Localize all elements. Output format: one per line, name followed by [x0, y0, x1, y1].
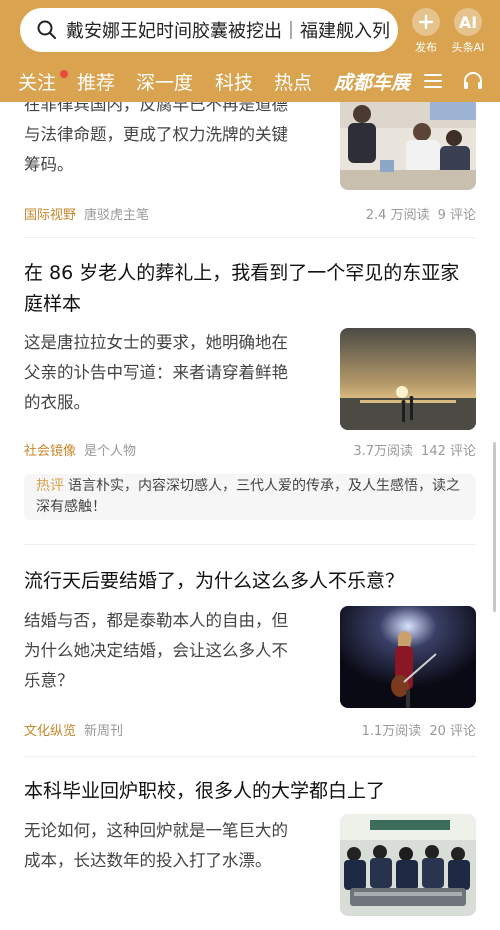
sunset-beach-image [340, 328, 476, 430]
divider [24, 237, 476, 238]
publish-label: 发布 [415, 41, 437, 54]
top-header: 戴安娜王妃时间胶囊被挖出｜福建舰入列 发布 AI 头条AI 关注 推荐 深一度 … [0, 0, 500, 102]
tab-hot[interactable]: 热点 [274, 68, 312, 95]
tab-follow[interactable]: 关注 [18, 68, 56, 95]
article-summary: 结婚与否，都是泰勒本人的自由，但 为什么她决定结婚，会让这么多人不 乐意？ [24, 611, 288, 690]
article-meta: 社会镜像 是个人物 3.7万阅读 142 评论 [24, 440, 476, 459]
article-meta: 文化纵览 新周刊 1.1万阅读 20 评论 [24, 720, 476, 739]
ai-label: 头条AI [451, 41, 485, 54]
divider [24, 544, 476, 545]
comment-count: 9 评论 [437, 208, 476, 223]
article-card[interactable]: 本科毕业回炉职校，很多人的大学都白上了 无论如何，这种回炉就是一笔巨大的 成本，… [0, 776, 500, 926]
ai-button[interactable]: AI 头条AI [448, 8, 488, 55]
article-title[interactable]: 本科毕业回炉职校，很多人的大学都白上了 [24, 776, 476, 807]
unread-dot [60, 70, 68, 78]
search-bar[interactable]: 戴安娜王妃时间胶囊被挖出｜福建舰入列 [20, 8, 398, 52]
search-icon [37, 20, 56, 39]
article-channel[interactable]: 文化纵览 [24, 724, 76, 739]
article-thumbnail[interactable] [340, 102, 476, 190]
vocational-workshop-image [340, 814, 476, 916]
article-card[interactable]: 在 86 岁老人的葬礼上，我看到了一个罕见的东亚家 庭样本 这是唐拉拉女士的要求… [0, 258, 500, 528]
article-summary: 这是唐拉拉女士的要求，她明确地在 父亲的讣告中写道：来者请穿着鲜艳 的衣服。 [24, 333, 288, 412]
hot-comment-box[interactable]: 热评 语言朴实，内容深切感人，三代人爱的传承，及人生感悟，读之深有感触！ [24, 474, 476, 520]
press-conference-image [340, 102, 476, 190]
singer-guitar-image [340, 606, 476, 708]
publish-button[interactable]: 发布 [406, 8, 446, 55]
article-channel[interactable]: 国际视野 [24, 208, 76, 223]
read-count: 3.7万阅读 [353, 444, 414, 459]
news-feed[interactable]: 在菲律宾国内，反腐早已不再是道德 与法律命题，更成了权力洗牌的关键 筹码。 国际… [0, 102, 500, 930]
comment-count: 142 评论 [421, 444, 476, 459]
tab-tech[interactable]: 科技 [215, 68, 253, 95]
hot-comment-text: 语言朴实，内容深切感人，三代人爱的传承，及人生感悟，读之深有感触！ [36, 478, 460, 515]
headset-icon[interactable] [462, 70, 484, 92]
article-source[interactable]: 是个人物 [84, 444, 136, 459]
article-thumbnail[interactable] [340, 606, 476, 708]
plus-icon [412, 8, 440, 36]
read-count: 2.4 万阅读 [365, 208, 430, 223]
read-count: 1.1万阅读 [361, 724, 422, 739]
tab-recommend[interactable]: 推荐 [77, 68, 115, 95]
menu-icon[interactable] [424, 73, 442, 89]
ai-icon: AI [454, 8, 482, 36]
article-summary: 在菲律宾国内，反腐早已不再是道德 与法律命题，更成了权力洗牌的关键 筹码。 [24, 102, 288, 174]
channel-tabs: 关注 推荐 深一度 科技 热点 成都车展 [0, 62, 500, 100]
article-channel[interactable]: 社会镜像 [24, 444, 76, 459]
comment-count: 20 评论 [429, 724, 476, 739]
article-title[interactable]: 流行天后要结婚了，为什么这么多人不乐意？ [24, 566, 476, 597]
article-source[interactable]: 唐驳虎主笔 [84, 208, 149, 223]
article-card[interactable]: 在菲律宾国内，反腐早已不再是道德 与法律命题，更成了权力洗牌的关键 筹码。 国际… [0, 102, 500, 234]
tab-in-depth[interactable]: 深一度 [136, 68, 193, 95]
article-summary: 无论如何，这种回炉就是一笔巨大的 成本，长达数年的投入打了水漂。 [24, 821, 288, 870]
article-thumbnail[interactable] [340, 328, 476, 430]
search-query: 戴安娜王妃时间胶囊被挖出｜福建舰入列 [66, 21, 390, 42]
tab-chengdu-auto-show[interactable]: 成都车展 [334, 68, 410, 95]
article-thumbnail[interactable] [340, 814, 476, 916]
scrollbar[interactable] [493, 442, 496, 612]
divider [24, 756, 476, 757]
article-source[interactable]: 新周刊 [84, 724, 123, 739]
article-meta: 国际视野 唐驳虎主笔 2.4 万阅读 9 评论 [24, 204, 476, 223]
article-title[interactable]: 在 86 岁老人的葬礼上，我看到了一个罕见的东亚家 庭样本 [24, 258, 476, 320]
hot-comment-tag: 热评 [36, 478, 64, 494]
article-card[interactable]: 流行天后要结婚了，为什么这么多人不乐意？ 结婚与否，都是泰勒本人的自由，但 为什… [0, 566, 500, 746]
